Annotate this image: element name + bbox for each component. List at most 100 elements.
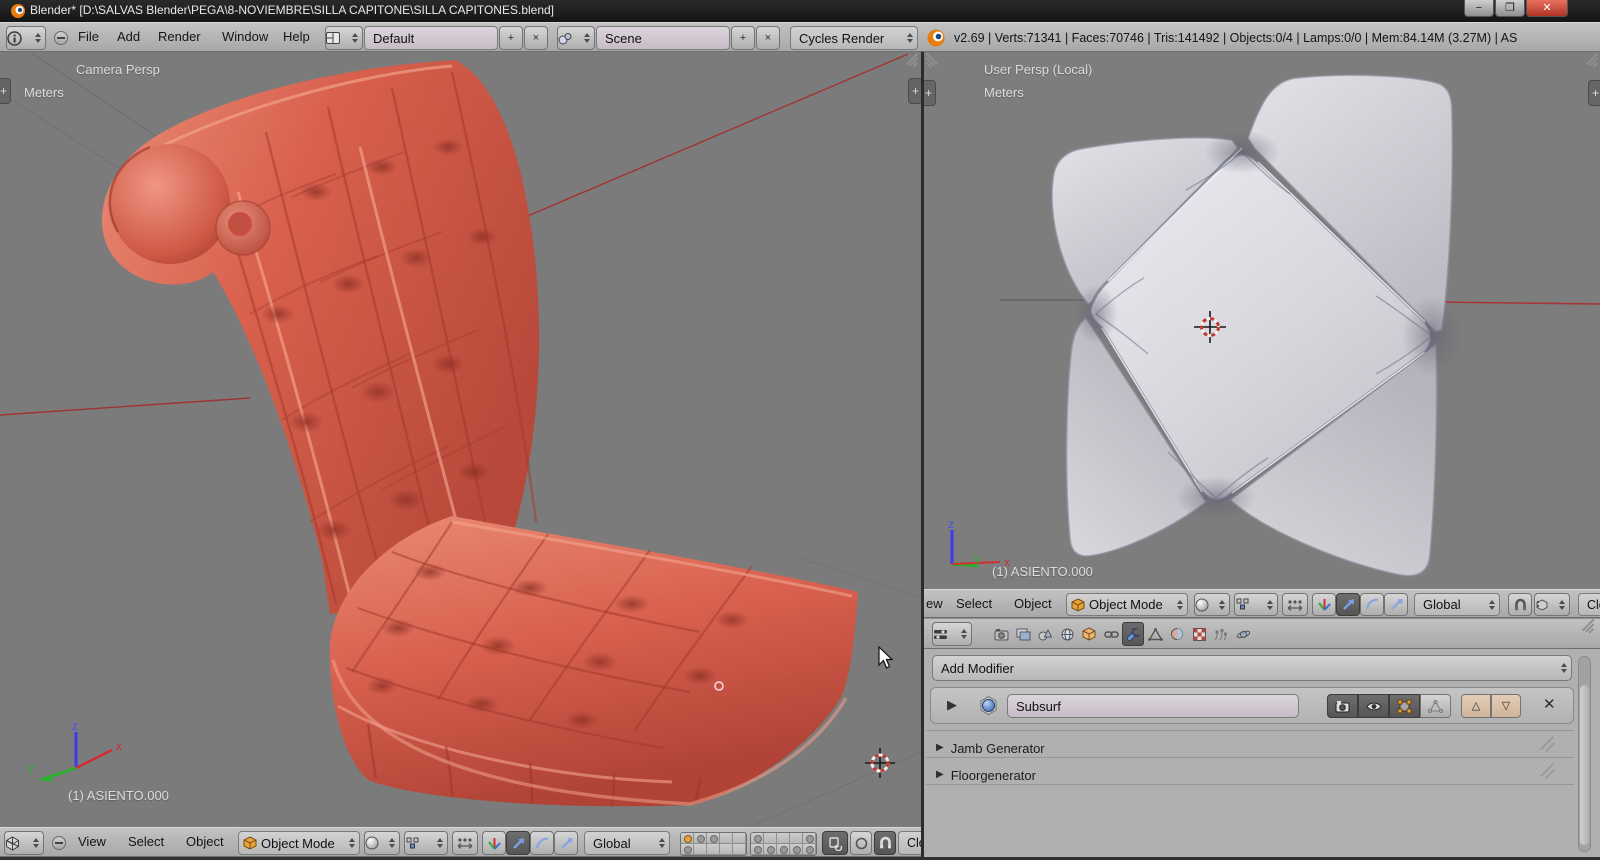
tab-material[interactable] bbox=[1166, 622, 1188, 646]
modifier-editmode-display-button[interactable] bbox=[1389, 694, 1420, 718]
rotate-manipulator-button[interactable] bbox=[1360, 593, 1384, 616]
properties-scrollbar[interactable] bbox=[1578, 656, 1591, 852]
layer-cell[interactable] bbox=[803, 844, 816, 855]
layer-cell[interactable] bbox=[681, 833, 694, 844]
layer-cell[interactable] bbox=[803, 833, 816, 844]
editor-type-button-info[interactable] bbox=[6, 26, 46, 50]
manipulator-toggle-button[interactable] bbox=[482, 831, 506, 855]
modifier-move-up-button[interactable]: △ bbox=[1461, 694, 1491, 718]
viewport-shading-select[interactable] bbox=[364, 831, 400, 855]
tab-scene[interactable] bbox=[1034, 622, 1056, 646]
area-corner-grip[interactable] bbox=[1580, 52, 1599, 72]
menu-view[interactable]: View bbox=[78, 834, 106, 849]
tab-object[interactable] bbox=[1078, 622, 1100, 646]
panel-drag-grip[interactable] bbox=[1536, 735, 1560, 756]
layer-cell[interactable] bbox=[694, 833, 707, 844]
modifier-move-down-button[interactable]: ▽ bbox=[1491, 694, 1521, 718]
manipulate-centers-button[interactable] bbox=[1282, 593, 1308, 616]
close-button[interactable]: ✕ bbox=[1526, 0, 1568, 17]
modifier-viewport-visibility-button[interactable] bbox=[1358, 694, 1389, 718]
layer-grid-2[interactable] bbox=[750, 832, 817, 856]
translate-manipulator-button[interactable] bbox=[506, 831, 530, 855]
scrollbar-thumb[interactable] bbox=[1580, 685, 1589, 845]
properties-shelf-open-tab[interactable]: + bbox=[1588, 80, 1600, 106]
layer-cell[interactable] bbox=[707, 833, 720, 844]
layer-grid-1[interactable] bbox=[680, 832, 747, 856]
area-corner-grip[interactable] bbox=[900, 52, 919, 72]
modifier-name-field[interactable]: Subsurf bbox=[1007, 694, 1299, 718]
layer-cell[interactable] bbox=[720, 844, 733, 855]
mode-select[interactable]: Object Mode bbox=[238, 831, 360, 855]
layer-cell[interactable] bbox=[751, 833, 764, 844]
tab-render-layers[interactable] bbox=[1012, 622, 1034, 646]
layer-cell[interactable] bbox=[707, 844, 720, 855]
menu-help[interactable]: Help bbox=[283, 29, 310, 44]
layer-cell[interactable] bbox=[694, 844, 707, 855]
layer-cell[interactable] bbox=[751, 844, 764, 855]
snap-toggle-button[interactable] bbox=[1508, 593, 1532, 616]
tab-render[interactable] bbox=[990, 622, 1012, 646]
rotate-manipulator-button[interactable] bbox=[530, 831, 554, 855]
tab-physics[interactable] bbox=[1232, 622, 1254, 646]
modifier-render-visibility-button[interactable] bbox=[1327, 694, 1358, 718]
layer-cell[interactable] bbox=[777, 833, 790, 844]
screen-layout-browse-button[interactable] bbox=[325, 26, 363, 50]
render-engine-select[interactable]: Cycles Render bbox=[790, 26, 918, 50]
editor-type-button-3dview[interactable] bbox=[4, 831, 44, 855]
manipulator-toggle-button[interactable] bbox=[1312, 593, 1336, 616]
layer-cell[interactable] bbox=[720, 833, 733, 844]
mode-select[interactable]: Object Mode bbox=[1066, 593, 1188, 616]
scale-manipulator-button[interactable] bbox=[1384, 593, 1408, 616]
screen-layout-add-button[interactable]: + bbox=[499, 26, 523, 50]
menu-window[interactable]: Window bbox=[222, 29, 268, 44]
menu-object[interactable]: Object bbox=[186, 834, 224, 849]
menu-file[interactable]: File bbox=[78, 29, 99, 44]
properties-shelf-open-tab[interactable]: + bbox=[908, 78, 921, 104]
viewport-shading-select[interactable] bbox=[1194, 593, 1230, 616]
layer-cell[interactable] bbox=[790, 844, 803, 855]
tab-object-data[interactable] bbox=[1144, 622, 1166, 646]
layer-cell[interactable] bbox=[777, 844, 790, 855]
modifier-delete-button[interactable]: ✕ bbox=[1543, 695, 1556, 713]
layer-cell[interactable] bbox=[681, 844, 694, 855]
minimize-button[interactable]: − bbox=[1464, 0, 1494, 17]
layer-cell[interactable] bbox=[764, 833, 777, 844]
tab-particles[interactable] bbox=[1210, 622, 1232, 646]
pivot-point-select[interactable] bbox=[1234, 593, 1278, 616]
editor-type-button-properties[interactable] bbox=[932, 622, 972, 646]
scene-lock-button[interactable] bbox=[822, 831, 848, 855]
menu-render[interactable]: Render bbox=[158, 29, 201, 44]
scene-browse-button[interactable] bbox=[557, 26, 595, 50]
collapse-menus-button[interactable] bbox=[54, 31, 68, 45]
restore-button[interactable]: ❐ bbox=[1495, 0, 1525, 17]
toolshelf-open-tab[interactable]: + bbox=[924, 80, 936, 106]
proportional-edit-button[interactable] bbox=[850, 831, 872, 855]
tab-world[interactable] bbox=[1056, 622, 1078, 646]
orientation-select[interactable]: Global bbox=[584, 831, 670, 855]
clipped-button[interactable]: Clo bbox=[1578, 593, 1600, 616]
menu-select[interactable]: Select bbox=[128, 834, 164, 849]
screen-layout-delete-button[interactable]: × bbox=[524, 26, 548, 50]
viewport-local[interactable]: User Persp (Local) Meters (1) ASIENTO.00… bbox=[924, 52, 1600, 589]
snap-element-select[interactable]: Clos bbox=[898, 831, 921, 855]
viewport-camera[interactable]: Camera Persp Meters (1) ASIENTO.000 z x … bbox=[0, 52, 921, 827]
scene-delete-button[interactable]: × bbox=[756, 26, 780, 50]
layer-cell[interactable] bbox=[790, 833, 803, 844]
manipulate-centers-button[interactable] bbox=[452, 831, 478, 855]
area-corner-grip[interactable] bbox=[925, 52, 944, 72]
scene-add-button[interactable]: + bbox=[731, 26, 755, 50]
panel-drag-grip[interactable] bbox=[1536, 762, 1560, 783]
snap-toggle-button[interactable] bbox=[874, 831, 896, 855]
snap-element-select[interactable] bbox=[1534, 593, 1570, 616]
tab-modifiers[interactable] bbox=[1122, 622, 1144, 646]
layer-cell[interactable] bbox=[733, 833, 746, 844]
modifier-cage-button[interactable] bbox=[1420, 694, 1451, 718]
screen-layout-field[interactable]: Default bbox=[364, 26, 498, 50]
layer-cell[interactable] bbox=[764, 844, 777, 855]
collapse-menus-button[interactable] bbox=[52, 836, 66, 850]
scene-field[interactable]: Scene bbox=[596, 26, 730, 50]
tab-texture[interactable] bbox=[1188, 622, 1210, 646]
toolshelf-open-tab[interactable]: + bbox=[0, 78, 11, 104]
tab-constraints[interactable] bbox=[1100, 622, 1122, 646]
expand-modifier-button[interactable]: ▶ bbox=[947, 698, 957, 711]
